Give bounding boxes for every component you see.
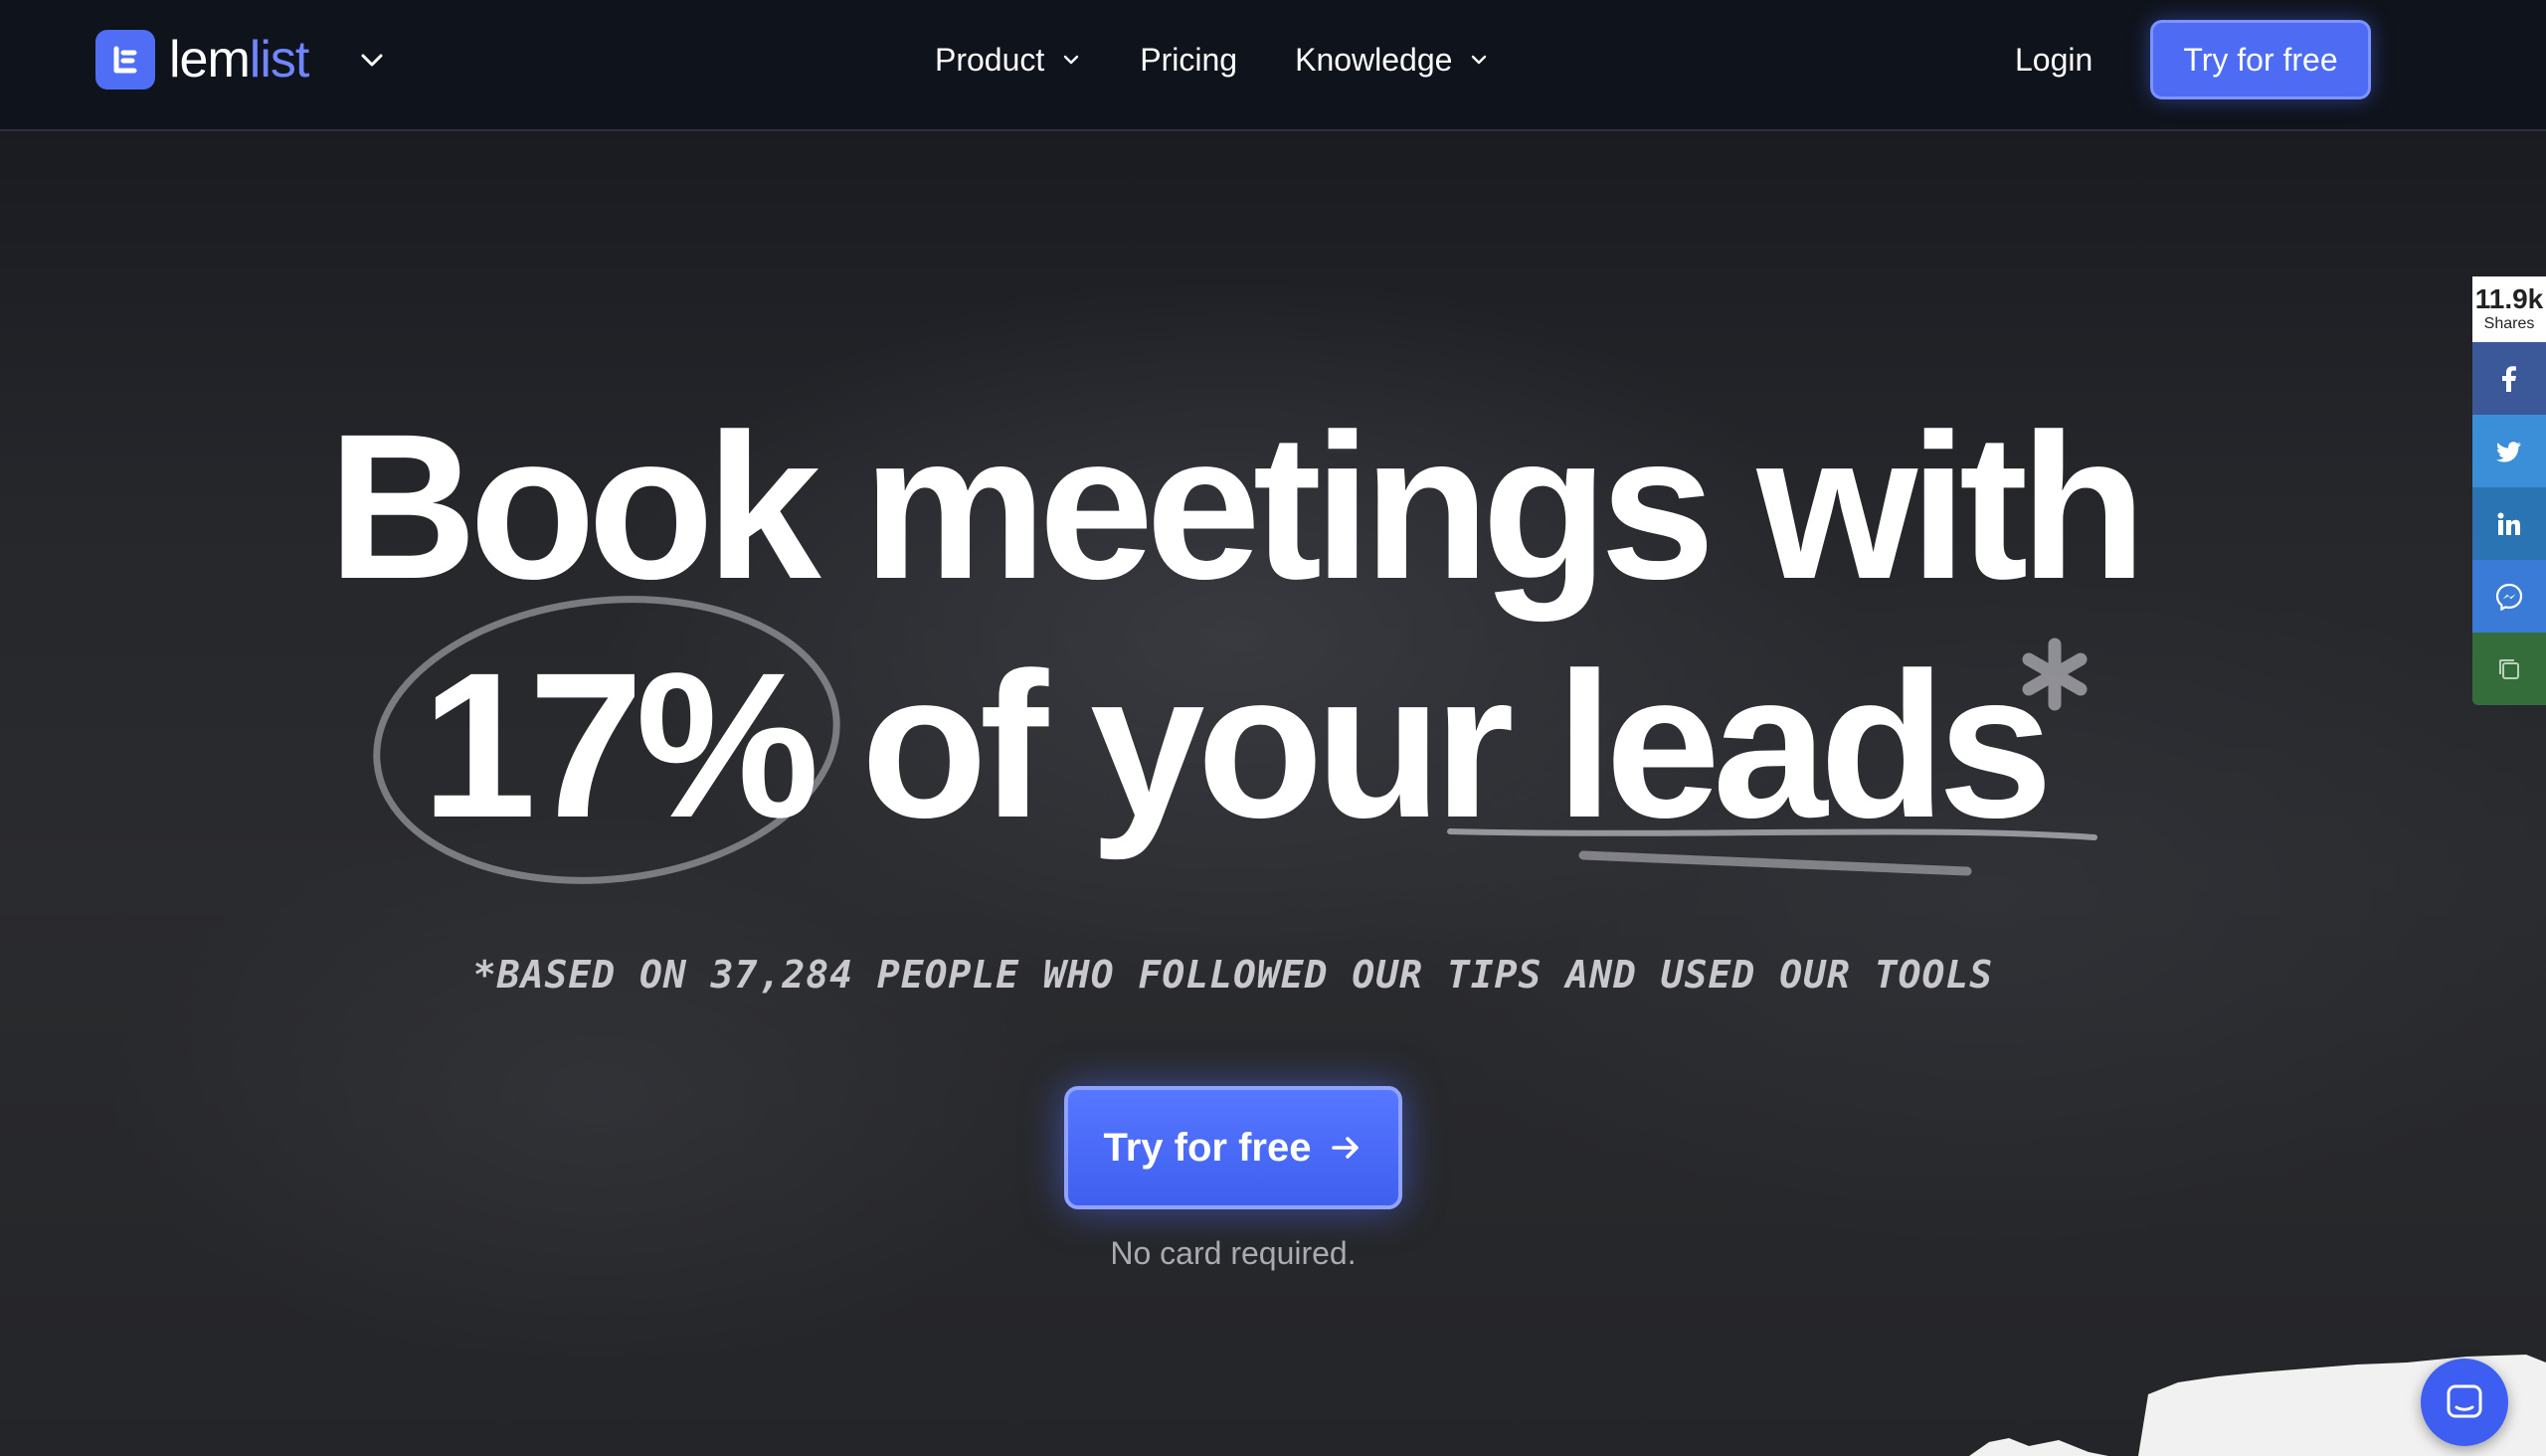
nav-item-label: Knowledge <box>1295 41 1453 78</box>
share-twitter-button[interactable] <box>2472 415 2546 487</box>
headline-percent: 17% <box>421 631 819 861</box>
arrow-right-icon <box>1332 1137 1360 1159</box>
lemlist-logo[interactable]: lemlist <box>95 30 310 90</box>
share-copy-button[interactable] <box>2472 633 2546 705</box>
headline-leads: leads <box>1555 631 2053 861</box>
cta-label: Try for free <box>1103 1125 1312 1170</box>
share-count-label: Shares <box>2483 315 2535 332</box>
chat-launcher-button[interactable] <box>2421 1359 2508 1446</box>
chevron-down-icon <box>1472 55 1487 65</box>
nav-item-product[interactable]: Product <box>935 42 1082 79</box>
nav-item-knowledge[interactable]: Knowledge <box>1295 42 1490 79</box>
logo-wordmark: lemlist <box>169 30 310 90</box>
main-nav: Product Pricing Knowledge <box>935 30 1490 90</box>
share-count: 11.9k Shares <box>2472 276 2546 342</box>
headline-line-1: Book meetings with <box>327 392 2147 623</box>
logo-text-list: list <box>249 31 310 89</box>
try-for-free-header-button[interactable]: Try for free <box>2150 20 2371 99</box>
nav-item-label: Product <box>935 41 1045 78</box>
nav-item-label: Pricing <box>1140 41 1238 78</box>
share-sidebar: 11.9k Shares <box>2472 276 2546 705</box>
no-card-note: No card required. <box>1110 1235 1357 1271</box>
login-link[interactable]: Login <box>2015 38 2092 82</box>
facebook-icon <box>2502 365 2516 392</box>
share-facebook-button[interactable] <box>2472 342 2546 415</box>
headline-line-2: 17% of your leads <box>0 627 2466 865</box>
linkedin-icon <box>2497 512 2520 535</box>
lemlist-logo-icon <box>95 30 155 90</box>
logo-text-lem: lem <box>169 31 251 89</box>
page: lemlist Product Pricing Knowledge Login … <box>0 0 2546 1456</box>
share-linkedin-button[interactable] <box>2472 487 2546 560</box>
top-navigation: lemlist Product Pricing Knowledge Login … <box>0 0 2546 131</box>
hero-footnote: *based on 37,284 people who followed our… <box>472 953 1994 997</box>
headline-middle: of your <box>812 631 1556 861</box>
nav-item-pricing[interactable]: Pricing <box>1140 42 1237 79</box>
share-messenger-button[interactable] <box>2472 560 2546 633</box>
copy-icon <box>2499 658 2519 679</box>
chevron-down-icon <box>1064 55 1079 65</box>
chat-icon <box>2447 1384 2482 1418</box>
share-count-value: 11.9k <box>2474 283 2544 314</box>
hero-headline: Book meetings with 17% of your leads <box>0 388 2466 865</box>
try-for-free-cta-button[interactable]: Try for free <box>1064 1086 1402 1209</box>
twitter-icon <box>2496 441 2521 462</box>
messenger-icon <box>2495 583 2523 611</box>
chevron-down-icon[interactable] <box>356 44 388 76</box>
